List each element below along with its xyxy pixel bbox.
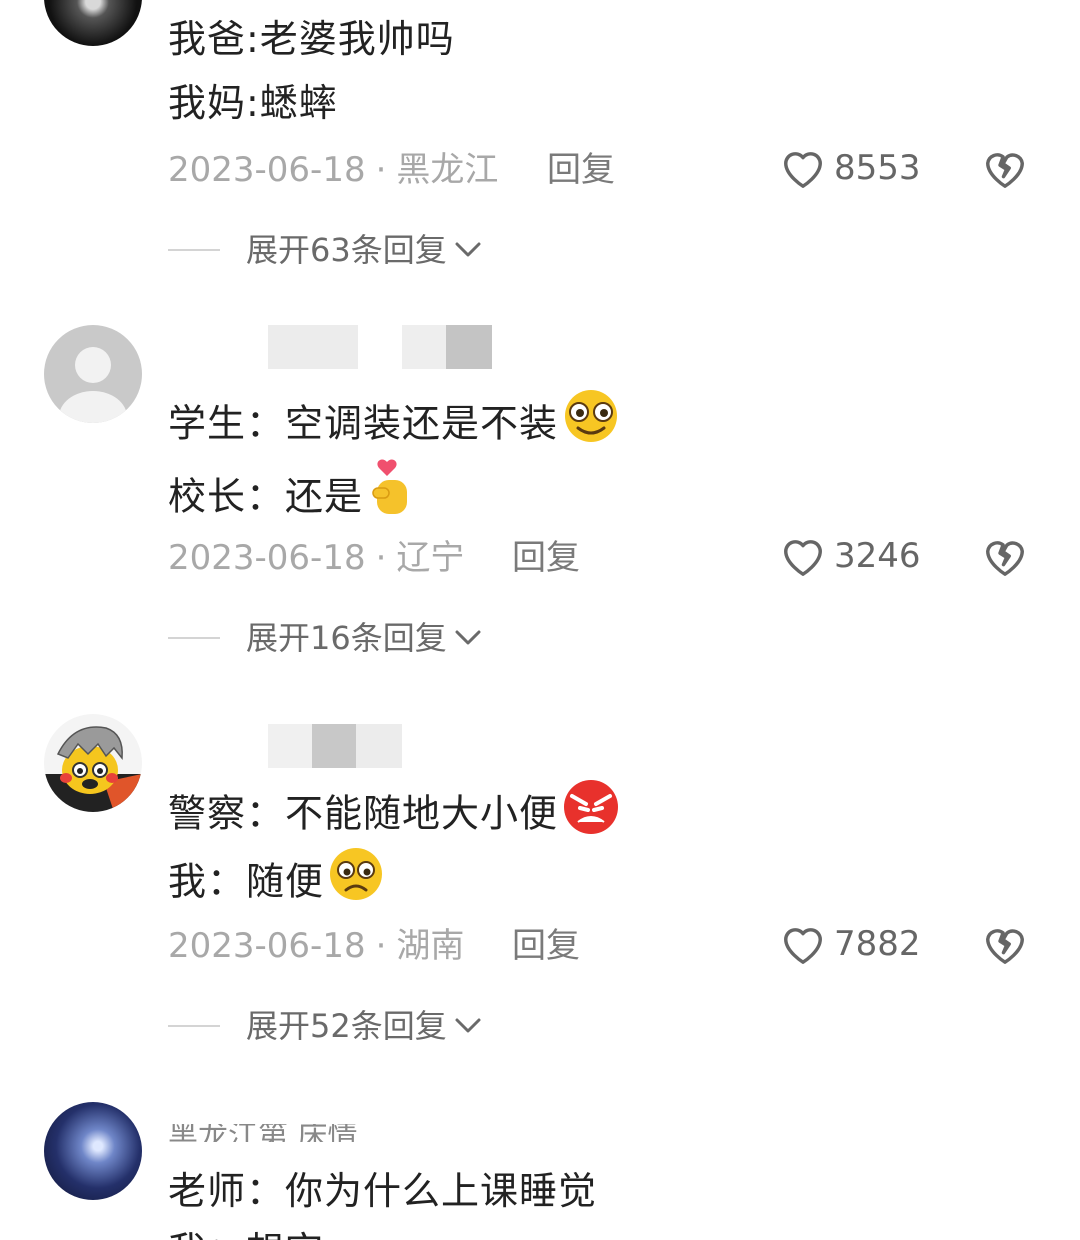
comment-text-line: 老师：你为什么上课睡觉: [168, 1169, 598, 1213]
default-avatar-icon: [59, 347, 127, 423]
broken-heart-icon: [986, 153, 1024, 188]
like-button[interactable]: 8553: [780, 146, 921, 190]
comment-text-line: 我：想空: [168, 1226, 324, 1240]
heart-outline-icon: [784, 152, 822, 188]
divider: [168, 249, 220, 251]
reply-button[interactable]: 回复: [547, 148, 615, 192]
comment-location: 湖南: [396, 926, 465, 966]
finger-heart-emoji-icon: [365, 458, 415, 532]
comment-text-line: 警察：不能随地大小便: [168, 780, 622, 852]
divider: [168, 637, 220, 639]
username-redacted: [268, 724, 402, 768]
dislike-button[interactable]: [982, 146, 1028, 194]
expand-replies[interactable]: 展开63条回复: [168, 228, 483, 272]
cartoon-avatar-icon: [44, 726, 142, 812]
heart-outline-icon: [784, 540, 822, 576]
avatar[interactable]: [44, 1102, 142, 1200]
smile-emoji-icon: [560, 388, 622, 456]
avatar[interactable]: [44, 714, 142, 812]
avatar[interactable]: [44, 0, 142, 46]
comment-text-line: 校长：还是: [168, 459, 415, 536]
comment-location: 黑龙江: [396, 150, 499, 190]
comment-date: 2023-06-18: [168, 150, 366, 190]
username-redacted: [268, 325, 492, 369]
comment-date: 2023-06-18: [168, 538, 366, 578]
comment-location: 辽宁: [396, 538, 465, 578]
comment-text-line: 我：随便: [168, 848, 386, 918]
expand-replies-label: 展开52条回复: [246, 1007, 447, 1045]
angry-emoji-icon: [560, 776, 622, 848]
dislike-button[interactable]: [982, 922, 1028, 970]
like-count: 3246: [834, 536, 921, 576]
like-count: 7882: [834, 924, 921, 964]
expand-replies-label: 展开63条回复: [246, 231, 447, 269]
expand-replies[interactable]: 展开52条回复: [168, 1004, 483, 1048]
comment-text-line: 学生：空调装还是不装: [168, 390, 622, 460]
comment-meta: 2023-06-18 · 湖南: [168, 926, 465, 966]
avatar[interactable]: [44, 325, 142, 423]
like-count: 8553: [834, 148, 921, 188]
dislike-button[interactable]: [982, 534, 1028, 582]
sad-emoji-icon: [326, 846, 386, 914]
comment-text-line: 我妈:蟋蟀: [168, 81, 338, 125]
reply-button[interactable]: 回复: [512, 536, 580, 580]
expand-replies-label: 展开16条回复: [246, 619, 447, 657]
like-button[interactable]: 3246: [780, 534, 921, 578]
comment-date: 2023-06-18: [168, 926, 366, 966]
chevron-down-icon: [455, 1018, 481, 1033]
expand-replies[interactable]: 展开16条回复: [168, 616, 483, 660]
divider: [168, 1025, 220, 1027]
broken-heart-icon: [986, 929, 1024, 964]
comment-meta: 2023-06-18 · 辽宁: [168, 538, 465, 578]
username-partial: 黑龙江第 床情: [168, 1124, 358, 1142]
comment-meta: 2023-06-18 · 黑龙江: [168, 150, 499, 190]
comment-text-line: 我爸:老婆我帅吗: [168, 17, 455, 61]
reply-button[interactable]: 回复: [512, 924, 580, 968]
chevron-down-icon: [455, 242, 481, 257]
chevron-down-icon: [455, 630, 481, 645]
like-button[interactable]: 7882: [780, 922, 921, 966]
heart-outline-icon: [784, 928, 822, 964]
broken-heart-icon: [986, 541, 1024, 576]
